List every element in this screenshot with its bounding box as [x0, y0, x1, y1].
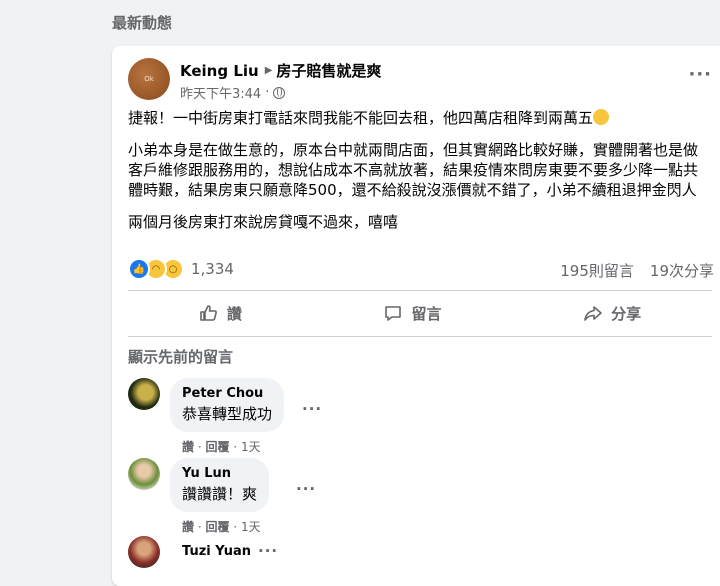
view-previous-comments-link[interactable]: 顯示先前的留言	[128, 346, 233, 367]
like-reaction-icon: 👍	[128, 258, 150, 280]
post-card: Ok Keing Liu ▶ 房子賠售就是爽 昨天下午3:44 · ··· 捷報…	[112, 46, 720, 586]
comment-time[interactable]: 1天	[241, 520, 261, 534]
post-header: Keing Liu ▶ 房子賠售就是爽	[180, 60, 381, 81]
commenter-avatar[interactable]	[128, 536, 160, 568]
comment-options-button[interactable]: ···	[302, 400, 322, 418]
paragraph-text: 捷報！一中街房東打電話來問我能不能回去租，他四萬店租降到兩萬五	[128, 109, 594, 127]
comments-count-link[interactable]: 195則留言	[560, 260, 634, 281]
share-label: 分享	[611, 304, 642, 323]
comment-label: 留言	[411, 304, 442, 323]
post-actions-bar: 讚 留言 分享	[128, 296, 712, 330]
feed-section-title: 最新動態	[112, 14, 173, 32]
comment-like-link[interactable]: 讚	[182, 440, 194, 454]
author-avatar[interactable]: Ok	[128, 58, 170, 100]
divider	[128, 336, 712, 337]
dots-menu-icon: ···	[296, 480, 317, 498]
share-button[interactable]: 分享	[583, 303, 641, 324]
post-meta: 昨天下午3:44 ·	[180, 83, 286, 102]
comment-like-link[interactable]: 讚	[182, 520, 194, 534]
post-stats: 195則留言 19次分享	[560, 260, 714, 281]
triangle-right-icon: ▶	[264, 65, 273, 76]
like-button[interactable]: 讚	[199, 303, 242, 324]
laughing-emoji-icon	[593, 109, 610, 125]
reaction-count: 1,334	[191, 260, 234, 278]
comment-options-button[interactable]: ···	[296, 480, 316, 498]
globe-icon[interactable]	[273, 86, 286, 99]
post-paragraph: 小弟本身是在做生意的，原本台中就兩間店面，但其實網路比較好賺，實體開著也是做客戶…	[128, 141, 699, 199]
comment-bubble: Yu Lun 讚讚讚！爽	[170, 458, 270, 512]
commenter-name[interactable]: Yu Lun	[182, 466, 257, 481]
comment-reply-link[interactable]: 回覆	[205, 520, 229, 534]
commenter-avatar[interactable]	[128, 378, 160, 410]
author-name[interactable]: Keing Liu	[180, 62, 259, 80]
group-name[interactable]: 房子賠售就是爽	[276, 60, 381, 81]
comment-text: 恭喜轉型成功	[182, 405, 273, 423]
dots-menu-icon: ···	[258, 542, 279, 560]
like-label: 讚	[226, 304, 242, 323]
comment-bubble: Tuzi Yuan	[170, 536, 263, 567]
dots-menu-icon: ···	[302, 400, 323, 418]
commenter-name[interactable]: Tuzi Yuan	[182, 544, 251, 559]
thumbs-up-icon	[200, 305, 217, 321]
avatar-text: Ok	[144, 75, 154, 83]
comment-button[interactable]: 留言	[383, 303, 441, 324]
post-paragraph: 兩個月後房東打來說房貸嘎不過來，嘻嘻	[128, 213, 399, 231]
post-body: 捷報！一中街房東打電話來問我能不能回去租，他四萬店租降到兩萬五 小弟本身是在做生…	[128, 108, 708, 244]
comment-meta: 讚 · 回覆 · 1天	[182, 520, 261, 534]
divider	[128, 290, 712, 291]
comment-meta: 讚 · 回覆 · 1天	[182, 440, 261, 454]
comment-icon	[385, 306, 402, 321]
commenter-avatar[interactable]	[128, 458, 160, 490]
post-options-button[interactable]: ···	[688, 64, 712, 85]
post-paragraph: 捷報！一中街房東打電話來問我能不能回去租，他四萬店租降到兩萬五	[128, 108, 708, 128]
shares-count-link[interactable]: 19次分享	[650, 260, 714, 281]
comment-options-button[interactable]: ···	[258, 542, 278, 560]
comment-bubble: Peter Chou 恭喜轉型成功	[170, 378, 285, 432]
dots-menu-icon: ···	[688, 64, 712, 85]
share-icon	[584, 306, 602, 321]
reaction-summary[interactable]: 👍 ◠ ○ 1,334	[128, 258, 234, 280]
meta-separator: ·	[265, 85, 270, 100]
post-timestamp[interactable]: 昨天下午3:44	[180, 83, 261, 102]
commenter-name[interactable]: Peter Chou	[182, 386, 272, 401]
comment-reply-link[interactable]: 回覆	[205, 440, 229, 454]
comment-text: 讚讚讚！爽	[182, 485, 258, 503]
comment-time[interactable]: 1天	[241, 440, 261, 454]
